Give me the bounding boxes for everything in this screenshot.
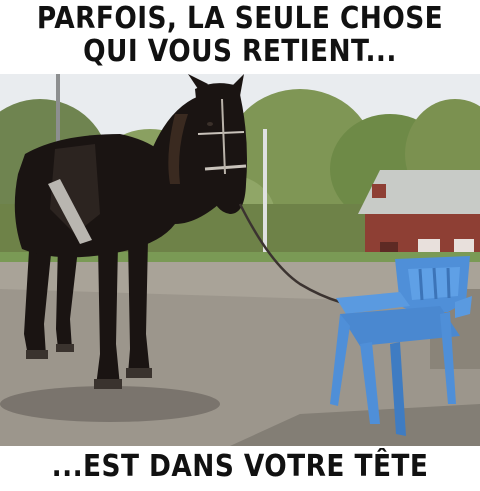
top-caption: PARFOIS, LA SEULE CHOSE QUI VOUS RETIENT… xyxy=(29,2,451,68)
top-caption-line-1: PARFOIS, LA SEULE CHOSE xyxy=(36,1,444,36)
kiosk-building xyxy=(358,170,480,264)
horse-shadow xyxy=(0,386,220,422)
top-caption-line-2: QUI VOUS RETIENT... xyxy=(83,34,397,69)
photo-scene xyxy=(0,74,480,446)
meme-photo xyxy=(0,74,480,446)
white-pole xyxy=(263,129,267,254)
bottom-caption: ...EST DANS VOTRE TÊTE xyxy=(51,449,429,484)
